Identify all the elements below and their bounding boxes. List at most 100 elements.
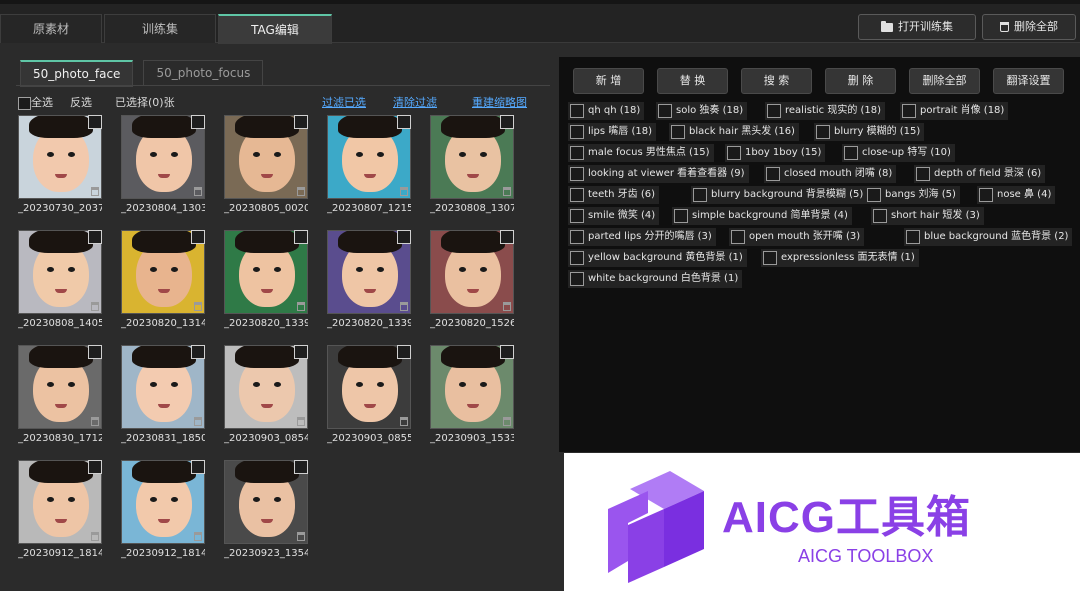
tag-checkbox[interactable] <box>766 167 780 181</box>
thumbnail-item[interactable]: _20230807_12152 <box>327 115 411 219</box>
tag-checkbox[interactable] <box>727 146 741 160</box>
thumbnail-item[interactable]: _20230808_14053 <box>18 230 102 334</box>
thumbnail-item[interactable]: _20230912_18140 <box>18 460 102 564</box>
thumbnail-checkbox[interactable] <box>88 230 102 244</box>
tag-checkbox[interactable] <box>763 251 777 265</box>
tag-item[interactable]: 1boy 1boy (15) <box>725 144 826 162</box>
trash-icon[interactable] <box>194 187 202 196</box>
subtab-photo-face[interactable]: 50_photo_face <box>20 60 134 87</box>
delete-all-tags-button[interactable]: 删除全部 <box>909 68 980 94</box>
tag-item[interactable]: portrait 肖像 (18) <box>900 102 1009 120</box>
tab-raw-material[interactable]: 原素材 <box>0 14 102 43</box>
tag-item[interactable]: qh qh (18) <box>568 102 645 120</box>
tag-item[interactable]: teeth 牙齿 (6) <box>568 186 660 204</box>
tag-checkbox[interactable] <box>867 188 881 202</box>
tag-item[interactable]: blurry background 背景模糊 (5) <box>691 186 868 204</box>
tag-checkbox[interactable] <box>979 188 993 202</box>
tag-item[interactable]: blue background 蓝色背景 (2) <box>904 228 1073 246</box>
thumbnail-item[interactable]: _20230805_00201 <box>224 115 308 219</box>
trash-icon[interactable] <box>91 187 99 196</box>
thumbnail-item[interactable]: _20230820_13142 <box>121 230 205 334</box>
tag-checkbox[interactable] <box>570 125 584 139</box>
trash-icon[interactable] <box>297 417 305 426</box>
tag-item[interactable]: white background 白色背景 (1) <box>568 270 743 288</box>
tag-item[interactable]: close-up 特写 (10) <box>842 144 955 162</box>
clear-filter-link[interactable]: 清除过滤 <box>393 95 437 111</box>
tab-training-set[interactable]: 训练集 <box>104 14 216 43</box>
tag-checkbox[interactable] <box>570 146 584 160</box>
thumbnail-item[interactable]: _20230923_13545 <box>224 460 308 564</box>
tag-item[interactable]: simple background 简单背景 (4) <box>672 207 852 225</box>
thumbnail-checkbox[interactable] <box>88 345 102 359</box>
tag-item[interactable]: closed mouth 闭嘴 (8) <box>764 165 897 183</box>
tag-item[interactable]: smile 微笑 (4) <box>568 207 660 225</box>
tag-checkbox[interactable] <box>844 146 858 160</box>
tag-checkbox[interactable] <box>674 209 688 223</box>
tab-tag-edit[interactable]: TAG编辑 <box>218 14 332 44</box>
tag-item[interactable]: expressionless 面无表情 (1) <box>761 249 919 267</box>
invert-selection-button[interactable]: 反选 <box>70 95 92 111</box>
open-training-set-button[interactable]: 打开训练集 <box>858 14 976 40</box>
tag-item[interactable]: lips 嘴唇 (18) <box>568 123 656 141</box>
tag-item[interactable]: depth of field 景深 (6) <box>914 165 1046 183</box>
thumbnail-item[interactable]: _20230830_17122 <box>18 345 102 449</box>
add-tag-button[interactable]: 新 增 <box>573 68 644 94</box>
thumbnail-item[interactable]: _20230804_13035 <box>121 115 205 219</box>
tag-checkbox[interactable] <box>570 104 584 118</box>
subtab-photo-focus[interactable]: 50_photo_focus <box>143 60 264 86</box>
trash-icon[interactable] <box>91 302 99 311</box>
tag-checkbox[interactable] <box>906 230 920 244</box>
trash-icon[interactable] <box>503 417 511 426</box>
thumbnail-checkbox[interactable] <box>191 460 205 474</box>
thumbnail-item[interactable]: _20230903_08543 <box>224 345 308 449</box>
tag-item[interactable]: black hair 黑头发 (16) <box>669 123 799 141</box>
tag-checkbox[interactable] <box>570 251 584 265</box>
trash-icon[interactable] <box>503 187 511 196</box>
tag-checkbox[interactable] <box>658 104 672 118</box>
thumbnail-item[interactable]: _20230820_13390 <box>224 230 308 334</box>
thumbnail-item[interactable]: _20230831_18500 <box>121 345 205 449</box>
tag-checkbox[interactable] <box>570 209 584 223</box>
trash-icon[interactable] <box>400 417 408 426</box>
trash-icon[interactable] <box>194 417 202 426</box>
trash-icon[interactable] <box>194 532 202 541</box>
tag-checkbox[interactable] <box>570 167 584 181</box>
tag-checkbox[interactable] <box>570 230 584 244</box>
replace-tag-button[interactable]: 替 换 <box>657 68 728 94</box>
tag-checkbox[interactable] <box>816 125 830 139</box>
thumbnail-item[interactable]: _20230912_18142 <box>121 460 205 564</box>
thumbnail-checkbox[interactable] <box>294 345 308 359</box>
thumbnail-checkbox[interactable] <box>397 115 411 129</box>
search-tag-button[interactable]: 搜 索 <box>741 68 812 94</box>
tag-item[interactable]: parted lips 分开的嘴唇 (3) <box>568 228 716 246</box>
thumbnail-checkbox[interactable] <box>500 345 514 359</box>
thumbnail-checkbox[interactable] <box>88 460 102 474</box>
thumbnail-checkbox[interactable] <box>191 230 205 244</box>
trash-icon[interactable] <box>91 417 99 426</box>
tag-item[interactable]: open mouth 张开嘴 (3) <box>729 228 865 246</box>
tag-checkbox[interactable] <box>902 104 916 118</box>
thumbnail-checkbox[interactable] <box>88 115 102 129</box>
tag-item[interactable]: looking at viewer 看着查看器 (9) <box>568 165 749 183</box>
translate-settings-button[interactable]: 翻译设置 <box>993 68 1064 94</box>
tag-item[interactable]: short hair 短发 (3) <box>871 207 984 225</box>
tag-checkbox[interactable] <box>570 188 584 202</box>
thumbnail-checkbox[interactable] <box>397 345 411 359</box>
trash-icon[interactable] <box>400 187 408 196</box>
tag-item[interactable]: bangs 刘海 (5) <box>865 186 960 204</box>
thumbnail-checkbox[interactable] <box>294 115 308 129</box>
thumbnail-item[interactable]: _20230730_20371 <box>18 115 102 219</box>
thumbnail-item[interactable]: _20230903_08550 <box>327 345 411 449</box>
trash-icon[interactable] <box>400 302 408 311</box>
filter-selected-link[interactable]: 过滤已选 <box>322 95 366 111</box>
tag-item[interactable]: nose 鼻 (4) <box>977 186 1056 204</box>
trash-icon[interactable] <box>297 302 305 311</box>
trash-icon[interactable] <box>503 302 511 311</box>
thumbnail-checkbox[interactable] <box>294 460 308 474</box>
thumbnail-checkbox[interactable] <box>191 345 205 359</box>
delete-all-top-button[interactable]: 删除全部 <box>982 14 1076 40</box>
tag-item[interactable]: blurry 模糊的 (15) <box>814 123 925 141</box>
thumbnail-checkbox[interactable] <box>294 230 308 244</box>
trash-icon[interactable] <box>194 302 202 311</box>
rebuild-thumbnails-link[interactable]: 重建缩略图 <box>472 95 527 111</box>
